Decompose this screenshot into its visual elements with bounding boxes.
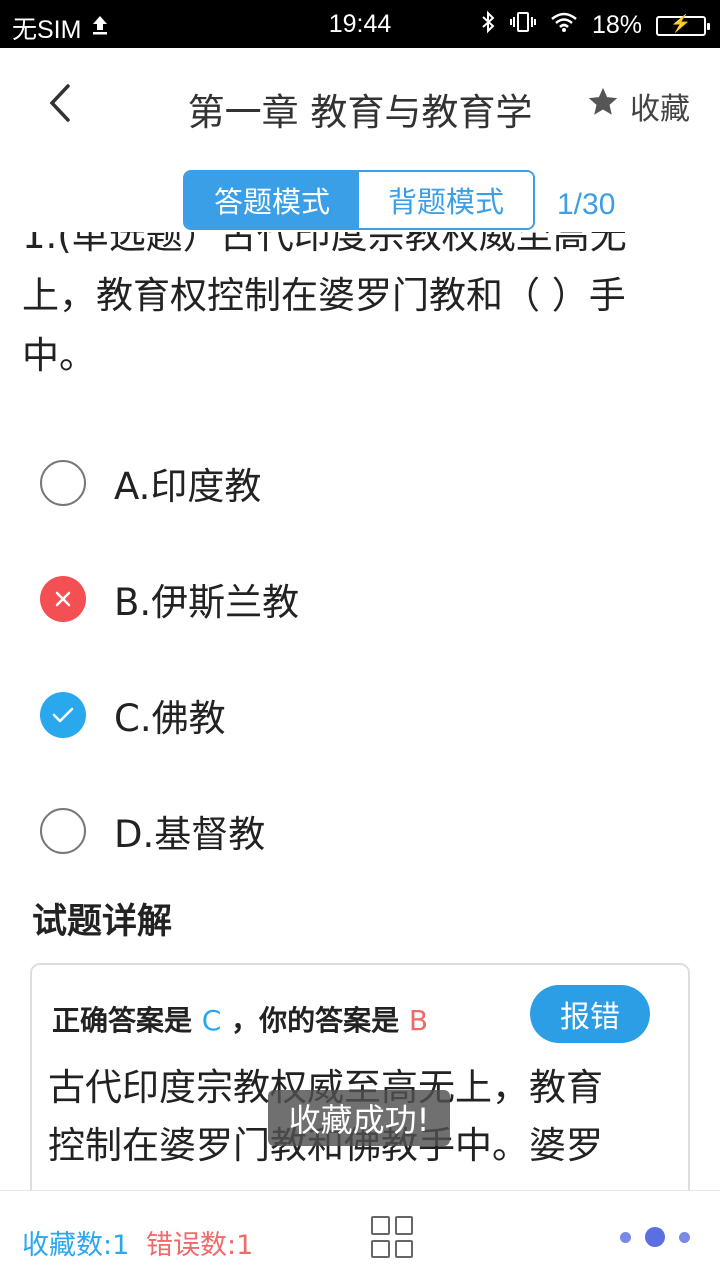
option-c[interactable]: C.佛教 xyxy=(40,685,640,745)
question-line: 中。 xyxy=(22,334,96,377)
question-text: 1.(单选题）古代印度宗教权威至高无 上，教育权控制在婆罗门教和（ ）手 中。 xyxy=(22,232,692,412)
wifi-icon xyxy=(550,11,578,40)
more-dots-icon[interactable] xyxy=(620,1227,690,1247)
section-title: 试题详解 xyxy=(32,902,173,942)
favorite-button[interactable]: 收藏 xyxy=(586,84,690,128)
battery-percent: 18% xyxy=(591,11,642,39)
option-label: B.伊斯兰教 xyxy=(114,581,300,624)
status-bar: 无SIM 19:44 18% ⚡ xyxy=(0,0,720,48)
answer-summary: 正确答案是 C ，你的答案是 B xyxy=(52,999,428,1039)
checkmark-icon xyxy=(40,692,86,738)
report-error-button[interactable]: 报错 xyxy=(530,985,650,1043)
your-prefix: ，你的答案是 xyxy=(231,1004,400,1037)
question-line: 1.(单选题）古代印度宗教权威至高无 xyxy=(22,232,627,257)
correct-prefix: 正确答案是 xyxy=(52,1004,193,1037)
option-a[interactable]: A.印度教 xyxy=(40,453,640,513)
favorites-count[interactable]: 收藏数:1 xyxy=(22,1223,129,1262)
radio-unselected-icon xyxy=(40,460,86,506)
toast-message: 收藏成功! xyxy=(268,1090,450,1146)
star-icon xyxy=(586,85,620,127)
tab-review-mode[interactable]: 背题模式 xyxy=(359,172,533,228)
option-d[interactable]: D.基督教 xyxy=(40,801,640,861)
chevron-left-icon xyxy=(48,83,72,127)
radio-unselected-icon xyxy=(40,808,86,854)
correct-answer: C xyxy=(201,1004,222,1037)
mode-switch: 答题模式 背题模式 xyxy=(183,170,535,230)
bottom-bar: 收藏数:1 错误数:1 xyxy=(0,1190,720,1281)
option-b[interactable]: B.伊斯兰教 xyxy=(40,569,640,629)
tab-answer-mode[interactable]: 答题模式 xyxy=(185,172,359,228)
option-label: D.基督教 xyxy=(114,813,266,856)
option-label: C.佛教 xyxy=(114,697,226,740)
back-button[interactable] xyxy=(40,80,80,130)
option-label: A.印度教 xyxy=(114,465,262,508)
question-progress: 1/30 xyxy=(557,188,616,221)
question-line: 上，教育权控制在婆罗门教和（ ）手 xyxy=(22,274,626,317)
bluetooth-icon xyxy=(480,10,496,41)
favorite-label: 收藏 xyxy=(630,92,690,127)
your-answer: B xyxy=(408,1004,429,1037)
page-title: 第一章 教育与教育学 xyxy=(187,91,533,134)
header: 第一章 教育与教育学 收藏 xyxy=(0,48,720,160)
errors-count[interactable]: 错误数:1 xyxy=(146,1223,253,1262)
vibrate-icon xyxy=(509,10,536,41)
grid-icon[interactable] xyxy=(371,1216,413,1258)
wrong-mark-icon xyxy=(40,576,86,622)
battery-icon: ⚡ xyxy=(656,14,710,36)
